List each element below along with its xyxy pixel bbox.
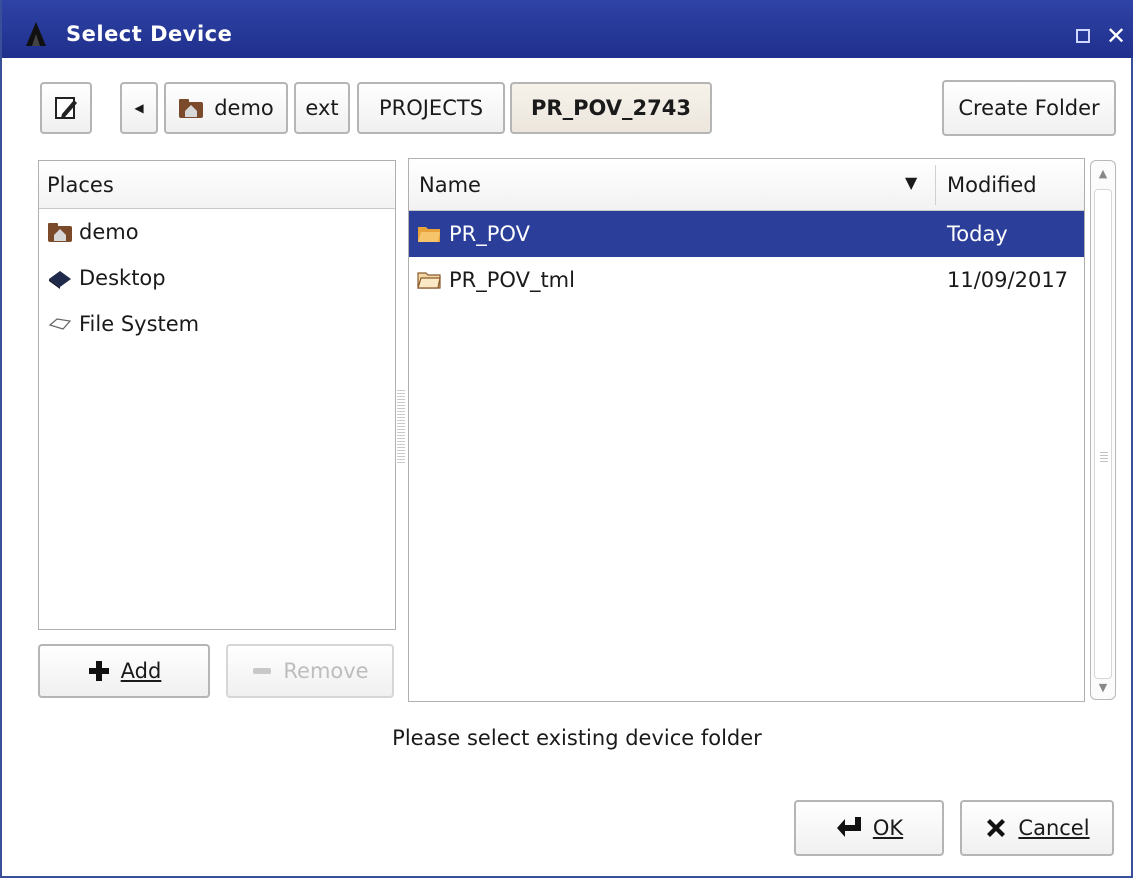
maximize-button[interactable] — [1068, 22, 1098, 50]
breadcrumb-projects[interactable]: PROJECTS — [357, 82, 505, 134]
file-modified: Today — [947, 222, 1008, 246]
place-label: Desktop — [79, 266, 166, 290]
path-back-button[interactable]: ◀ — [120, 82, 158, 134]
place-item-desktop[interactable]: Desktop — [39, 255, 395, 301]
title-bar[interactable]: Select Device ✕ — [2, 0, 1133, 58]
chevron-left-icon: ◀ — [134, 101, 144, 115]
scroll-down-icon[interactable]: ▼ — [1095, 679, 1111, 695]
place-label: demo — [79, 220, 139, 244]
close-button[interactable]: ✕ — [1101, 22, 1131, 50]
add-label: Add — [120, 659, 162, 683]
file-name: PR_POV_tml — [449, 268, 575, 292]
column-divider[interactable] — [935, 165, 936, 205]
scroll-up-icon[interactable]: ▲ — [1095, 165, 1111, 181]
select-device-dialog: Select Device ✕ ◀ demo ext PROJECTS PR_P… — [0, 0, 1133, 878]
place-label: File System — [79, 312, 200, 336]
pencil-icon — [55, 97, 77, 119]
add-place-button[interactable]: Add — [38, 644, 210, 698]
column-header-modified[interactable]: Modified — [947, 173, 1037, 197]
vertical-scrollbar[interactable]: ▲ ▼ — [1090, 160, 1116, 700]
breadcrumb-label: PROJECTS — [378, 96, 484, 120]
window-title: Select Device — [66, 22, 233, 46]
close-icon: ✕ — [1105, 22, 1127, 50]
app-icon — [26, 22, 46, 46]
maximize-icon — [1076, 29, 1090, 43]
breadcrumb-demo[interactable]: demo — [164, 82, 288, 134]
home-folder-icon — [179, 99, 204, 118]
cancel-x-icon — [987, 819, 1006, 837]
cancel-button[interactable]: Cancel — [960, 800, 1114, 856]
place-item-demo[interactable]: demo — [39, 209, 395, 255]
home-folder-icon — [48, 223, 72, 242]
remove-place-button[interactable]: Remove — [226, 644, 394, 698]
remove-icon — [253, 668, 272, 674]
breadcrumb-label: demo — [214, 96, 274, 120]
places-panel: Places demo Desktop File System — [38, 160, 396, 630]
panel-splitter[interactable] — [397, 390, 405, 464]
file-row[interactable]: PR_POV Today — [409, 211, 1084, 257]
grip-icon — [1100, 452, 1108, 462]
ok-label: OK — [872, 816, 904, 840]
file-list: Name ▼ Modified PR_POV Today PR_POV_tml … — [408, 158, 1085, 702]
add-icon — [88, 661, 109, 681]
file-name: PR_POV — [449, 222, 530, 246]
places-header-label: Places — [47, 172, 114, 197]
breadcrumb-label: ext — [305, 96, 339, 120]
cancel-label: Cancel — [1018, 816, 1090, 840]
status-message: Please select existing device folder — [392, 726, 762, 750]
file-list-header: Name ▼ Modified — [409, 159, 1084, 211]
desktop-icon — [49, 271, 71, 289]
folder-icon — [418, 227, 440, 242]
folder-icon — [417, 272, 441, 289]
scrollbar-thumb[interactable] — [1094, 189, 1112, 679]
edit-location-button[interactable] — [40, 82, 92, 134]
create-folder-button[interactable]: Create Folder — [942, 80, 1116, 136]
breadcrumb-ext[interactable]: ext — [294, 82, 350, 134]
enter-icon — [836, 817, 861, 837]
places-header[interactable]: Places — [39, 161, 395, 209]
create-folder-label: Create Folder — [958, 96, 1100, 120]
file-row[interactable]: PR_POV_tml 11/09/2017 — [409, 257, 1084, 303]
ok-button[interactable]: OK — [794, 800, 944, 856]
column-header-name[interactable]: Name — [419, 173, 481, 197]
place-item-file-system[interactable]: File System — [39, 301, 395, 347]
breadcrumb-current[interactable]: PR_POV_2743 — [510, 82, 712, 134]
drive-icon — [48, 318, 72, 330]
sort-descending-icon[interactable]: ▼ — [905, 173, 917, 192]
file-modified: 11/09/2017 — [947, 268, 1069, 292]
remove-label: Remove — [283, 659, 369, 683]
breadcrumb-label: PR_POV_2743 — [531, 96, 691, 120]
